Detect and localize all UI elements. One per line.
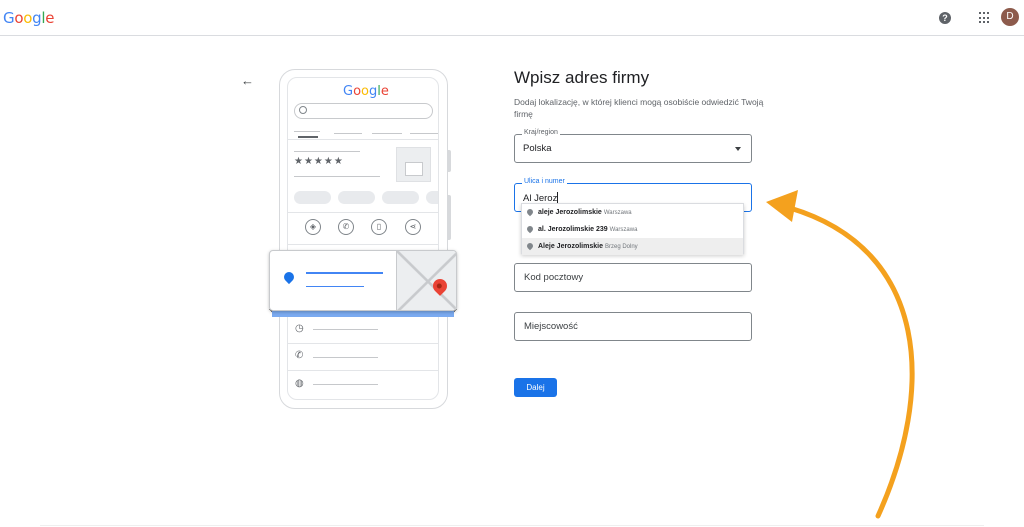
phone-chip	[426, 191, 438, 204]
google-logo[interactable]: Google	[3, 9, 54, 27]
logo-letter: e	[45, 9, 55, 27]
top-bar: Google ? D	[0, 0, 1024, 36]
phone-search-bar	[294, 103, 433, 119]
apps-grid-icon[interactable]	[979, 12, 991, 24]
suggestion-main: Aleje Jerozolimskie	[538, 243, 603, 250]
phone-text-line	[313, 384, 378, 385]
annotation-arrow	[766, 190, 915, 519]
address-suggestions: aleje Jerozolimskie Warszawa al. Jerozoli…	[521, 203, 744, 255]
pin-icon	[525, 207, 535, 217]
phone-side-button	[448, 150, 451, 172]
phone-tab-line	[294, 131, 320, 132]
logo-letter: o	[23, 9, 33, 27]
phone-screen	[287, 77, 439, 400]
phone-rating-stars: ★★★★★	[294, 156, 344, 167]
page-title: Wpisz adres firmy	[514, 68, 650, 87]
back-arrow-icon[interactable]: ←	[241, 73, 254, 88]
phone-business-thumbnail	[396, 147, 431, 182]
pin-icon	[525, 224, 535, 234]
share-icon: ⋖	[405, 219, 421, 235]
card-blue-line	[306, 286, 364, 287]
phone-chip	[338, 191, 375, 204]
pin-icon	[525, 241, 535, 251]
logo-letter: o	[14, 9, 24, 27]
logo-letter: G	[343, 84, 354, 99]
logo-letter: o	[353, 84, 362, 99]
text-caret	[557, 192, 559, 203]
postal-code-input[interactable]: Kod pocztowy	[514, 263, 752, 292]
logo-letter: G	[3, 9, 15, 27]
globe-icon: ◍	[295, 378, 304, 389]
phone-divider	[288, 139, 438, 140]
suggestion-city: Warszawa	[609, 227, 638, 233]
logo-letter: o	[361, 84, 370, 99]
phone-map-thumbnail	[396, 251, 456, 310]
suggestion-item[interactable]: al. Jerozolimskie 239 Warszawa	[522, 221, 743, 238]
phone-chip	[382, 191, 419, 204]
phone-text-line	[313, 329, 378, 330]
suggestion-main: aleje Jerozolimskie	[538, 209, 602, 216]
next-button[interactable]: Dalej	[514, 378, 557, 397]
card-blue-line	[306, 272, 383, 274]
street-label: Ulica i numer	[522, 178, 567, 185]
suggestion-item[interactable]: Aleje Jerozolimskie Brzeg Dolny	[522, 238, 743, 255]
page-subtitle: Dodaj lokalizację, w której klienci mogą…	[514, 97, 764, 119]
annotation-arrow-head	[766, 190, 798, 222]
country-label: Kraj/region	[522, 129, 560, 136]
postal-code-placeholder: Kod pocztowy	[524, 272, 584, 283]
search-icon	[299, 106, 307, 114]
phone-google-logo: Google	[343, 84, 389, 99]
country-value: Polska	[523, 143, 552, 154]
help-icon[interactable]: ?	[939, 12, 951, 24]
suggestion-main: al. Jerozolimskie 239	[538, 226, 608, 233]
bottom-divider	[40, 525, 984, 526]
country-select[interactable]: Kraj/region Polska	[514, 129, 752, 163]
phone-divider	[288, 343, 438, 344]
city-placeholder: Miejscowość	[524, 321, 578, 332]
phone-chip	[294, 191, 331, 204]
phone-divider	[288, 370, 438, 371]
phone-tab-line	[334, 133, 362, 134]
avatar[interactable]: D	[1001, 8, 1019, 26]
phone-text-line	[294, 151, 360, 152]
location-pin-icon	[281, 269, 297, 285]
suggestion-city: Brzeg Dolny	[604, 244, 638, 250]
phone-text-line	[313, 357, 378, 358]
phone-text-line	[294, 176, 380, 177]
phone-divider	[288, 244, 438, 245]
suggestion-city: Warszawa	[603, 210, 632, 216]
logo-letter: e	[380, 84, 389, 99]
card-highlight	[272, 311, 454, 317]
suggestion-item[interactable]: aleje Jerozolimskie Warszawa	[522, 204, 743, 221]
clock-icon: ◷	[295, 323, 304, 334]
directions-icon: ◈	[305, 219, 321, 235]
city-input[interactable]: Miejscowość	[514, 312, 752, 341]
call-icon: ✆	[338, 219, 354, 235]
phone-tab-line	[372, 133, 402, 134]
annotation-arrow-shaft	[787, 205, 915, 519]
phone-address-card	[269, 250, 457, 311]
phone-icon: ✆	[295, 350, 304, 361]
phone-side-button	[448, 195, 451, 240]
phone-tab-line	[410, 133, 438, 134]
phone-tab-active	[298, 136, 318, 138]
logo-letter: g	[32, 9, 42, 27]
bookmark-icon: ▯	[371, 219, 387, 235]
dropdown-arrow-icon[interactable]	[735, 147, 741, 151]
phone-divider	[288, 212, 438, 213]
